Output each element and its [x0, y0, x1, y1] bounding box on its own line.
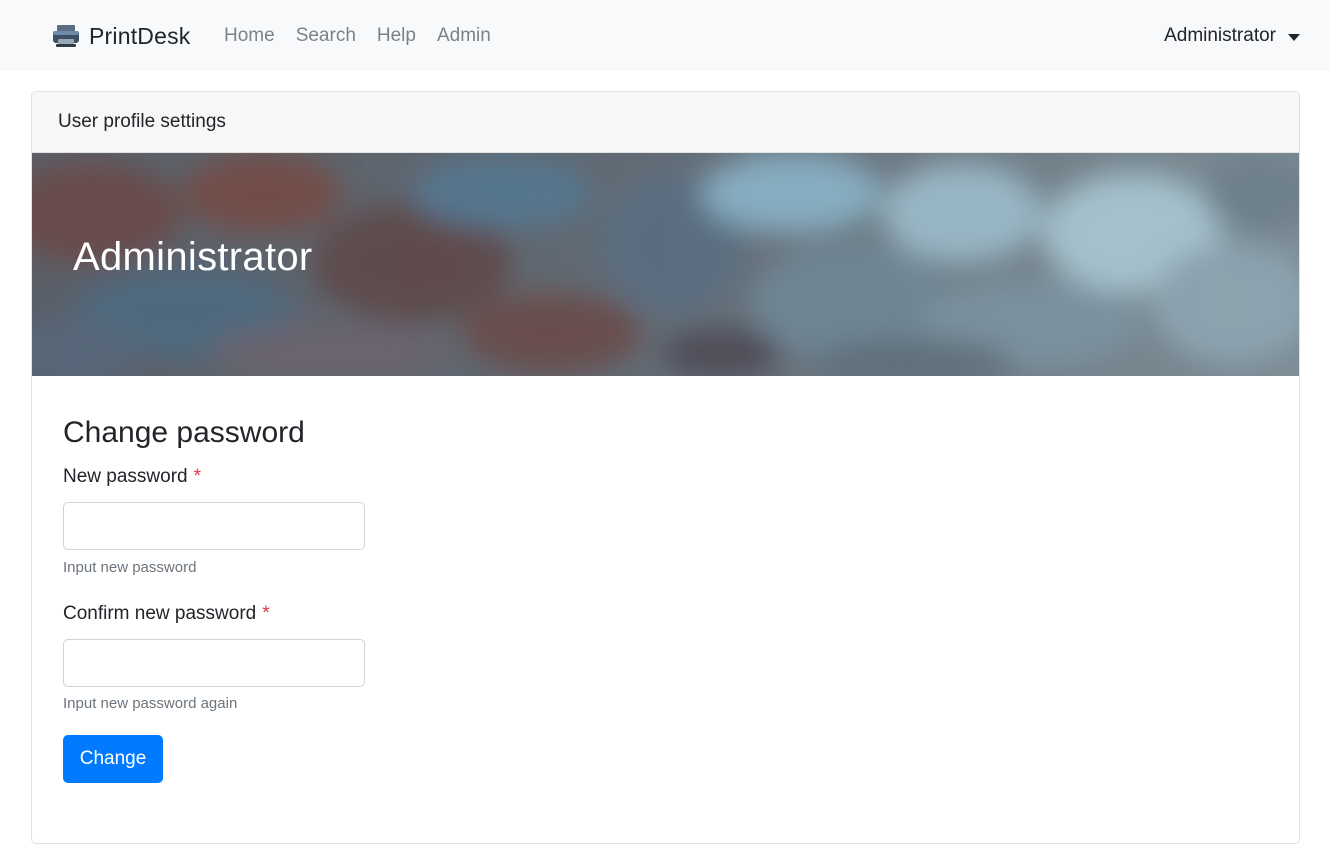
- password-form: Change password New password * Input new …: [32, 376, 1299, 843]
- profile-card: User profile settings Administrator Chan…: [31, 91, 1300, 844]
- confirm-password-label-text: Confirm new password: [63, 603, 257, 624]
- confirm-password-input[interactable]: [63, 639, 365, 687]
- confirm-password-help: Input new password again: [63, 695, 238, 712]
- profile-banner: Administrator: [32, 153, 1299, 376]
- top-navbar: PrintDesk Home Search Help Admin Adminis…: [0, 0, 1330, 71]
- brand-link[interactable]: PrintDesk: [52, 20, 191, 52]
- new-password-label-text: New password: [63, 466, 188, 487]
- nav-home[interactable]: Home: [224, 22, 275, 50]
- required-marker: *: [262, 603, 270, 624]
- user-dropdown[interactable]: Administrator: [1164, 22, 1300, 50]
- banner-username: Administrator: [73, 235, 313, 279]
- section-title: Change password: [63, 416, 305, 449]
- brand-name: PrintDesk: [89, 22, 191, 49]
- new-password-label: New password *: [63, 466, 201, 488]
- user-name: Administrator: [1164, 25, 1276, 46]
- new-password-input[interactable]: [63, 502, 365, 550]
- caret-down-icon: [1288, 33, 1300, 41]
- nav-help[interactable]: Help: [377, 22, 416, 50]
- nav-search[interactable]: Search: [296, 22, 356, 50]
- new-password-help: Input new password: [63, 559, 197, 576]
- main-nav: Home Search Help Admin: [224, 22, 512, 50]
- required-marker: *: [193, 466, 202, 487]
- confirm-password-label: Confirm new password *: [63, 603, 270, 625]
- card-header: User profile settings: [32, 92, 1299, 153]
- nav-admin[interactable]: Admin: [437, 22, 491, 50]
- change-password-button[interactable]: Change: [63, 735, 163, 783]
- printer-icon: [52, 24, 80, 48]
